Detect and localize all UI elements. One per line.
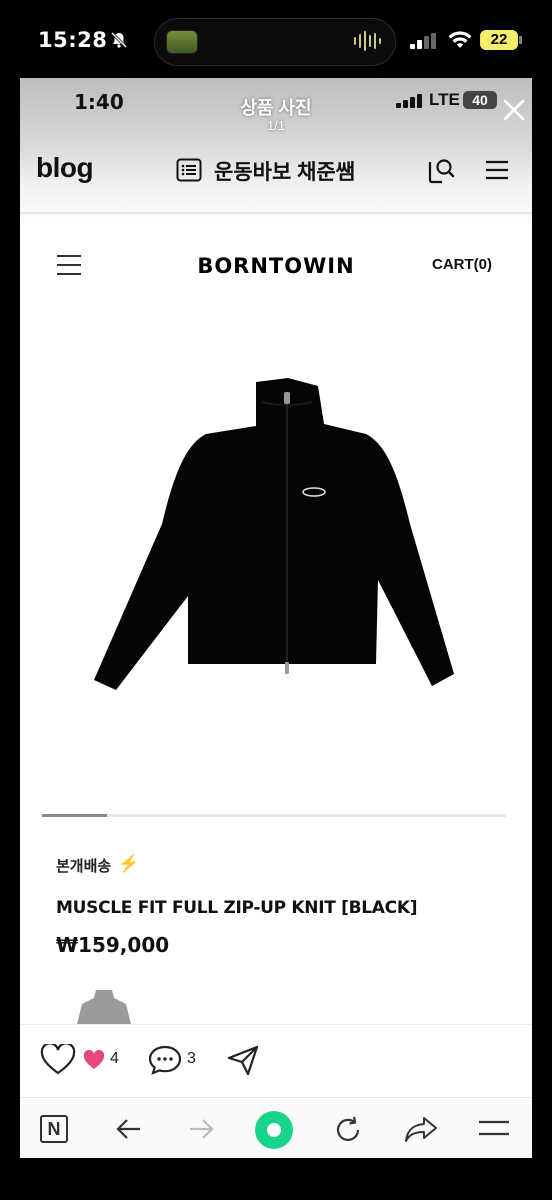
- bell-muted-icon: [110, 31, 128, 49]
- gallery-progress-fill: [42, 814, 107, 817]
- list-icon[interactable]: [176, 158, 202, 182]
- audio-wave-icon: [354, 31, 381, 51]
- status-time: 15:28: [38, 28, 108, 52]
- gallery-progress-track: [42, 814, 506, 817]
- product-thumbnail[interactable]: [76, 988, 132, 1028]
- product-image[interactable]: [88, 374, 458, 704]
- wifi-icon: [448, 31, 472, 48]
- signal-icon: [410, 33, 436, 49]
- header-divider: [20, 212, 532, 214]
- product-name: MUSCLE FIT FULL ZIP-UP KNIT [BLACK]: [56, 898, 418, 918]
- cart-link[interactable]: CART(0): [432, 256, 492, 273]
- battery-level: 22: [480, 30, 518, 50]
- forward-arrow-icon[interactable]: [186, 1114, 216, 1144]
- close-icon[interactable]: [500, 96, 528, 124]
- like-count: 4: [110, 1050, 119, 1067]
- heart-outline-icon[interactable]: [40, 1044, 76, 1076]
- inner-status-time: 1:40: [74, 90, 124, 114]
- screenshot-viewer: 1:40 LTE 40 상품 사진 1/1 blog 운동바보 채준쌤 BORN…: [20, 78, 532, 1158]
- blog-name[interactable]: 운동바보 채준쌤: [214, 156, 355, 186]
- browser-menu-icon[interactable]: [478, 1116, 510, 1142]
- inner-battery-level: 40: [463, 91, 497, 109]
- photo-viewer-title: 상품 사진: [240, 98, 312, 118]
- blog-logo[interactable]: blog: [36, 152, 94, 184]
- naver-home-button[interactable]: N: [40, 1115, 68, 1143]
- lightning-icon: ⚡: [118, 854, 140, 873]
- inner-network-type: LTE: [429, 90, 460, 109]
- menu-icon[interactable]: [484, 158, 510, 182]
- reload-icon[interactable]: [332, 1114, 364, 1146]
- comment-count: 3: [187, 1050, 196, 1067]
- send-icon[interactable]: [226, 1044, 260, 1076]
- product-price: ₩159,000: [56, 933, 170, 957]
- home-dot-icon[interactable]: [254, 1110, 294, 1150]
- inner-signal-icon: [396, 94, 422, 108]
- back-arrow-icon[interactable]: [114, 1114, 144, 1144]
- search-icon[interactable]: [426, 156, 456, 186]
- battery-cap: [519, 36, 522, 44]
- now-playing-artwork: [166, 30, 198, 54]
- photo-counter: 1/1: [266, 118, 286, 133]
- shipping-label: 본개배송: [56, 858, 112, 875]
- comment-icon[interactable]: [148, 1044, 182, 1076]
- heart-filled-icon: [83, 1050, 105, 1069]
- share-arrow-icon[interactable]: [404, 1114, 438, 1144]
